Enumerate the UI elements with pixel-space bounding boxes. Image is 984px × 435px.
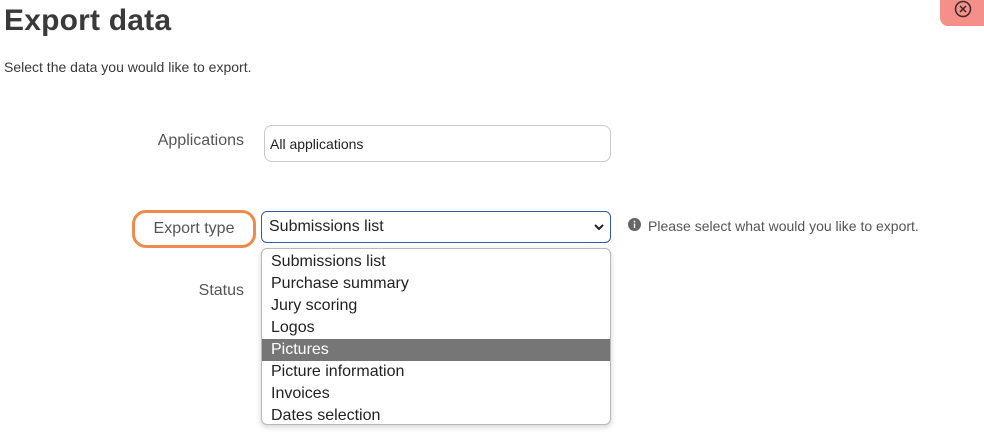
applications-input[interactable]: [264, 125, 611, 162]
page-title: Export data: [4, 4, 172, 37]
dropdown-option-logos[interactable]: Logos: [262, 317, 610, 339]
export-type-dropdown: Submissions list Purchase summary Jury s…: [261, 248, 611, 425]
export-type-hint: Please select what would you like to exp…: [628, 217, 919, 234]
dropdown-option-jury-scoring[interactable]: Jury scoring: [262, 295, 610, 317]
export-type-label-text: Export type: [153, 220, 235, 237]
chevron-down-icon: [594, 224, 604, 231]
page-subtitle: Select the data you would like to export…: [4, 59, 252, 75]
export-type-selected-value: Submissions list: [269, 218, 384, 235]
dropdown-option-purchase-summary[interactable]: Purchase summary: [262, 273, 610, 295]
dropdown-option-pictures[interactable]: Pictures: [262, 339, 610, 361]
dropdown-option-picture-information[interactable]: Picture information: [262, 361, 610, 383]
export-type-hint-text: Please select what would you like to exp…: [648, 218, 919, 234]
info-icon: [628, 217, 641, 231]
close-circle-icon: [954, 0, 972, 18]
dropdown-option-dates-selection[interactable]: Dates selection: [262, 405, 610, 424]
status-label: Status: [198, 282, 244, 299]
close-button[interactable]: [940, 0, 984, 26]
export-type-label: Export type: [132, 210, 256, 248]
export-data-page: Export data Select the data you would li…: [0, 0, 984, 435]
dropdown-option-submissions-list[interactable]: Submissions list: [262, 251, 610, 273]
applications-label: Applications: [157, 132, 244, 149]
export-type-select[interactable]: Submissions list: [261, 211, 611, 243]
dropdown-option-invoices[interactable]: Invoices: [262, 383, 610, 405]
